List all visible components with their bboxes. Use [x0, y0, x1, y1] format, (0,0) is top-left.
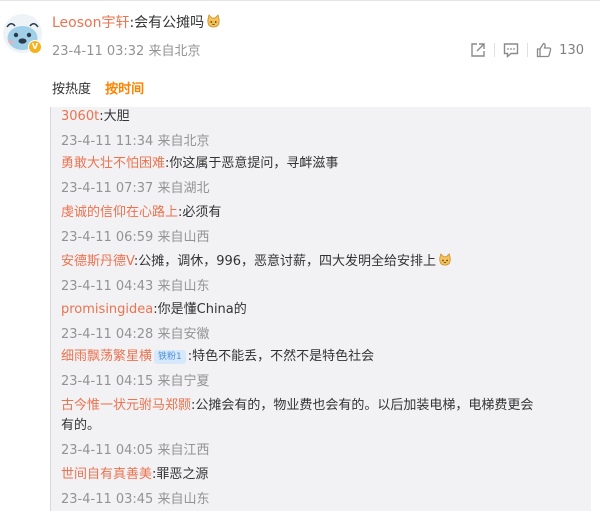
verified-badge-icon: V — [28, 40, 42, 54]
comment-source: 来自山东 — [157, 492, 210, 507]
comment-text: :特色不能丢，不然不是特色社会 — [187, 349, 375, 364]
comment-text: :你这属于恶意提问，寻衅滋事 — [165, 156, 339, 171]
action-separator — [494, 43, 496, 57]
comment-text: :罪恶之源 — [152, 467, 209, 482]
comment-icon[interactable] — [502, 41, 520, 59]
comment-user[interactable]: promisingidea — [61, 302, 153, 317]
comment-item: 虔诚的信仰在心路上:必须有 23-4-11 06:59 来自山西 — [61, 203, 581, 248]
cat-emoji-icon — [438, 253, 452, 267]
comment-time: 23-4-11 07:37 — [61, 181, 154, 196]
comment-user[interactable]: 3060t — [61, 109, 99, 124]
comment-time: 23-4-11 04:28 — [61, 327, 154, 342]
comment-user[interactable]: 古今惟一状元驸马郑颢 — [61, 398, 191, 413]
comment-time: 23-4-11 04:05 — [61, 443, 154, 458]
comment-time: 23-4-11 11:34 — [61, 134, 154, 149]
cat-emoji-icon — [206, 14, 221, 29]
post-meta: 23-4-11 03:32 来自北京 — [52, 40, 201, 59]
tab-sort-hot[interactable]: 按热度 — [52, 82, 91, 97]
comment-source: 来自北京 — [157, 134, 210, 149]
comment-user[interactable]: 世间自有真善美 — [61, 467, 152, 482]
action-separator — [527, 43, 529, 57]
comment-source: 来自湖北 — [157, 181, 210, 196]
comment-source: 来自山西 — [157, 230, 210, 245]
comment-text: :公摊，调休，996，恶意讨薪，四大发明全给安排上 — [133, 254, 437, 269]
comment-time: 23-4-11 04:43 — [61, 279, 154, 294]
comment-user[interactable]: 虔诚的信仰在心路上 — [61, 205, 178, 220]
comment-list: 3060t:大胆 23-4-11 11:34 来自北京 勇敢大壮不怕困难:你这属… — [50, 107, 591, 511]
share-icon[interactable] — [469, 41, 487, 59]
comment-text: :你是懂China的 — [153, 302, 247, 317]
comment-item: 3060t:大胆 23-4-11 11:34 来自北京 — [61, 107, 581, 152]
post-source: 来自北京 — [148, 44, 201, 59]
comment-user[interactable]: 细雨飘荡繁星横 — [61, 349, 152, 364]
comment-item: promisingidea:你是懂China的 23-4-11 04:28 来自… — [61, 300, 581, 345]
tab-sort-time[interactable]: 按时间 — [105, 82, 144, 97]
comment-item: 安德斯丹德V:公摊，调休，996，恶意讨薪，四大发明全给安排上 23-4-11 … — [61, 252, 581, 297]
sort-tabs: 按热度 按时间 — [52, 78, 144, 97]
post-time: 23-4-11 03:32 — [52, 44, 145, 59]
post-text: :会有公摊吗 — [129, 15, 205, 31]
like-count: 130 — [559, 42, 584, 58]
post-actions: 130 — [469, 40, 584, 60]
comment-item: 勇敢大壮不怕困难:你这属于恶意提问，寻衅滋事 23-4-11 07:37 来自湖… — [61, 154, 581, 199]
top-divider — [0, 0, 600, 1]
comment-text-continued: 有的。 — [61, 418, 101, 433]
comment-user[interactable]: 勇敢大壮不怕困难 — [61, 156, 165, 171]
comment-item: 世间自有真善美:罪恶之源 23-4-11 03:45 来自山东 — [61, 465, 581, 510]
comment-item: 古今惟一状元驸马郑颢:公摊会有的，物业费也会有的。以后加装电梯，电梯费更会 有的… — [61, 396, 581, 461]
comment-text: :必须有 — [178, 205, 222, 220]
comment-user[interactable]: 安德斯丹德V — [61, 254, 134, 269]
comment-time: 23-4-11 06:59 — [61, 230, 154, 245]
comment-time: 23-4-11 03:45 — [61, 492, 154, 507]
comment-source: 来自江西 — [157, 443, 210, 458]
post-author[interactable]: Leoson宇轩 — [52, 15, 129, 31]
comment-item: 细雨飘荡繁星横 铁粉1:特色不能丢，不然不是特色社会 23-4-11 04:15 … — [61, 347, 581, 392]
post-header: Leoson宇轩:会有公摊吗 — [52, 13, 221, 33]
comment-source: 来自安徽 — [157, 327, 210, 342]
fan-level-badge: 铁粉1 — [154, 350, 186, 364]
comment-source: 来自山东 — [157, 279, 210, 294]
comment-text: :大胆 — [99, 109, 130, 124]
like-icon[interactable] — [535, 41, 553, 59]
comment-time: 23-4-11 04:15 — [61, 374, 154, 389]
comment-source: 来自宁夏 — [157, 374, 210, 389]
comment-text: :公摊会有的，物业费也会有的。以后加装电梯，电梯费更会 — [191, 398, 534, 413]
